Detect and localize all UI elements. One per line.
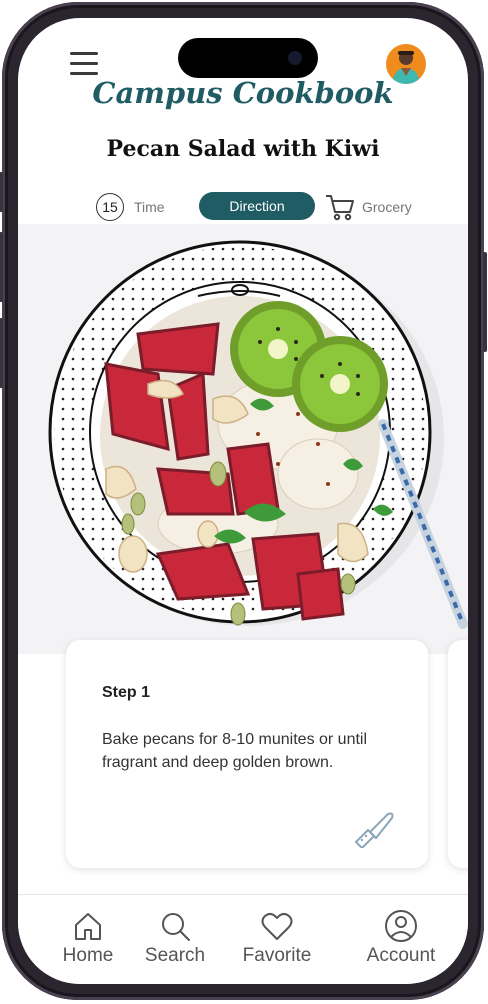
account-icon: [385, 910, 417, 942]
cart-icon: [326, 195, 354, 221]
hamburger-icon: [70, 52, 98, 55]
nav-favorite-label: Favorite: [242, 945, 312, 966]
avatar[interactable]: [386, 44, 426, 84]
step-text: Bake pecans for 8-10 munites or until fr…: [102, 731, 368, 771]
heart-icon: [261, 912, 293, 940]
menu-button[interactable]: [70, 52, 98, 76]
recipe-photo: [18, 224, 468, 654]
home-icon: [75, 913, 101, 940]
tab-grocery[interactable]: Grocery: [324, 192, 412, 222]
nav-account[interactable]: Account: [356, 909, 446, 967]
step-title: Step 1: [102, 684, 151, 701]
tab-direction[interactable]: Direction: [199, 192, 315, 220]
tab-grocery-label: Grocery: [362, 199, 412, 215]
nav-search-label: Search: [144, 945, 206, 966]
tab-time[interactable]: 15 Time: [96, 192, 165, 222]
search-icon: [162, 913, 190, 941]
bottom-nav: Home Search Favorite Account: [18, 894, 468, 984]
timer-icon: 15: [96, 193, 124, 221]
phone-frame: Campus Cookbook Pecan Salad with Kiwi 15…: [0, 2, 487, 1000]
next-step-card[interactable]: [448, 640, 468, 868]
nav-home-label: Home: [62, 945, 114, 966]
dynamic-island: [178, 38, 318, 78]
nav-account-label: Account: [366, 945, 436, 966]
nav-home[interactable]: Home: [43, 909, 133, 967]
step-card: Step 1 Bake pecans for 8-10 munites or u…: [66, 640, 428, 868]
tab-time-label: Time: [134, 199, 165, 215]
knife-icon: [355, 812, 394, 848]
recipe-tabs: 15 Time Direction Grocery: [18, 190, 468, 224]
salad-bowl-image: [48, 240, 468, 629]
recipe-title: Pecan Salad with Kiwi: [106, 136, 380, 162]
nav-favorite[interactable]: Favorite: [232, 909, 322, 967]
nav-search[interactable]: Search: [130, 909, 220, 967]
avatar-icon: [392, 51, 420, 84]
app-screen: Campus Cookbook Pecan Salad with Kiwi 15…: [18, 18, 468, 984]
